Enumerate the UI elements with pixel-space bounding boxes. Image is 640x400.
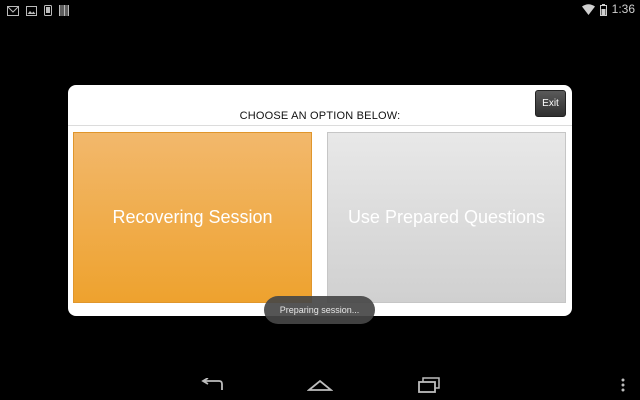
back-icon[interactable] xyxy=(199,374,225,396)
use-prepared-questions-button[interactable]: Use Prepared Questions xyxy=(327,132,566,303)
dialog-header: CHOOSE AN OPTION BELOW: Exit xyxy=(68,85,572,126)
menu-icon[interactable] xyxy=(618,374,628,396)
clock: 1:36 xyxy=(611,2,635,16)
notification-icons xyxy=(7,3,69,16)
wifi-icon xyxy=(581,3,595,15)
recent-apps-icon[interactable] xyxy=(416,374,442,396)
image-icon xyxy=(26,3,37,16)
navigation-bar xyxy=(0,370,640,400)
option-dialog: CHOOSE AN OPTION BELOW: Exit Recovering … xyxy=(68,85,572,316)
status-bar: 1:36 xyxy=(0,0,640,18)
gmail-icon xyxy=(7,3,19,16)
home-icon[interactable] xyxy=(307,374,333,396)
toast-message: Preparing session... xyxy=(264,296,375,324)
exit-button[interactable]: Exit xyxy=(535,90,566,117)
dialog-title: CHOOSE AN OPTION BELOW: xyxy=(239,110,401,122)
battery-icon xyxy=(599,3,607,16)
recovering-session-button[interactable]: Recovering Session xyxy=(73,132,312,303)
system-icons: 1:36 xyxy=(581,2,635,16)
phone-icon xyxy=(44,3,52,16)
barcode-icon xyxy=(59,3,69,16)
